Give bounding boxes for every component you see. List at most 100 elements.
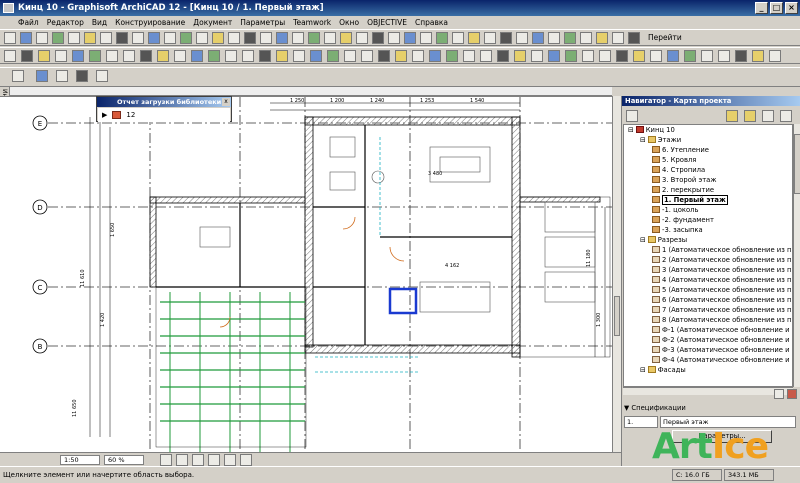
toolbar-button-icon[interactable] bbox=[244, 32, 256, 44]
menu-window[interactable]: Окно bbox=[335, 18, 363, 27]
toolbar-button-icon[interactable] bbox=[196, 32, 208, 44]
menu-document[interactable]: Документ bbox=[189, 18, 236, 27]
toolbar-button-icon[interactable] bbox=[76, 70, 88, 82]
toolbar-button-icon[interactable] bbox=[148, 32, 160, 44]
toolbar-button-icon[interactable] bbox=[21, 50, 33, 62]
tree-item[interactable]: 2 (Автоматическое обновление из п bbox=[624, 255, 792, 265]
zoom-out-icon[interactable] bbox=[176, 454, 188, 466]
goto-label[interactable]: Перейти bbox=[648, 33, 682, 42]
toolbar-button-icon[interactable] bbox=[308, 32, 320, 44]
toolbar-button-icon[interactable] bbox=[420, 32, 432, 44]
toolbar-button-icon[interactable] bbox=[599, 50, 611, 62]
toolbar-button-icon[interactable] bbox=[20, 32, 32, 44]
toolbar-button-icon[interactable] bbox=[650, 50, 662, 62]
toolbar-button-icon[interactable] bbox=[327, 50, 339, 62]
toolbar-button-icon[interactable] bbox=[548, 50, 560, 62]
tree-item[interactable]: 3 (Автоматическое обновление из п bbox=[624, 265, 792, 275]
toolbar-button-icon[interactable] bbox=[72, 50, 84, 62]
tree-item[interactable]: ⊟ Фасады bbox=[624, 365, 792, 375]
tree-item[interactable]: 3. Второй этаж bbox=[624, 175, 792, 185]
close-button[interactable]: × bbox=[785, 2, 798, 14]
toolbar-button-icon[interactable] bbox=[582, 50, 594, 62]
expand-icon[interactable]: ⊟ bbox=[640, 366, 646, 374]
canvas-scroll-thumb[interactable] bbox=[614, 296, 620, 336]
tree-item[interactable]: 4 (Автоматическое обновление из п bbox=[624, 275, 792, 285]
minimize-button[interactable]: _ bbox=[755, 2, 768, 14]
toolbar-button-icon[interactable] bbox=[463, 50, 475, 62]
toolbar-button-icon[interactable] bbox=[191, 50, 203, 62]
tree-item[interactable]: ⊟ Этажи bbox=[624, 135, 792, 145]
new-folder-icon[interactable] bbox=[774, 389, 784, 399]
toolbar-button-icon[interactable] bbox=[718, 50, 730, 62]
toolbar-button-icon[interactable] bbox=[212, 32, 224, 44]
toolbar-button-icon[interactable] bbox=[84, 32, 96, 44]
toolbar-button-icon[interactable] bbox=[259, 50, 271, 62]
tree-item[interactable]: Ф-1 (Автоматическое обновление и bbox=[624, 325, 792, 335]
toolbar-button-icon[interactable] bbox=[164, 32, 176, 44]
next-zoom-icon[interactable] bbox=[240, 454, 252, 466]
toolbar-button-icon[interactable] bbox=[12, 70, 24, 82]
tree-item[interactable]: 1. Первый этаж bbox=[624, 195, 792, 205]
toolbar-button-icon[interactable] bbox=[628, 32, 640, 44]
toolbar-button-icon[interactable] bbox=[293, 50, 305, 62]
menu-teamwork[interactable]: Teamwork bbox=[289, 18, 335, 27]
toolbar-button-icon[interactable] bbox=[616, 50, 628, 62]
tree-item[interactable]: 5. Кровля bbox=[624, 155, 792, 165]
toolbar-button-icon[interactable] bbox=[412, 50, 424, 62]
toolbar-button-icon[interactable] bbox=[596, 32, 608, 44]
toolbar-button-icon[interactable] bbox=[684, 50, 696, 62]
tree-item[interactable]: 8 (Автоматическое обновление из п bbox=[624, 315, 792, 325]
toolbar-button-icon[interactable] bbox=[116, 32, 128, 44]
tree-item[interactable]: 7 (Автоматическое обновление из п bbox=[624, 305, 792, 315]
tree-item[interactable]: Ф-3 (Автоматическое обновление и bbox=[624, 345, 792, 355]
tree-scroll-thumb[interactable] bbox=[794, 134, 800, 194]
toolbar-button-icon[interactable] bbox=[292, 32, 304, 44]
toolbar-button-icon[interactable] bbox=[260, 32, 272, 44]
toolbar-button-icon[interactable] bbox=[531, 50, 543, 62]
toolbar-button-icon[interactable] bbox=[242, 50, 254, 62]
toolbar-button-icon[interactable] bbox=[228, 32, 240, 44]
library-report-close-button[interactable]: x bbox=[222, 98, 230, 106]
tree-item[interactable]: ⊟ Кинц 10 bbox=[624, 125, 792, 135]
toolbar-button-icon[interactable] bbox=[106, 50, 118, 62]
tree-item[interactable]: 4. Стропила bbox=[624, 165, 792, 175]
menu-file[interactable]: Файл bbox=[14, 18, 43, 27]
toolbar-button-icon[interactable] bbox=[340, 32, 352, 44]
layout-book-icon[interactable] bbox=[744, 110, 756, 122]
toolbar-button-icon[interactable] bbox=[633, 50, 645, 62]
toolbar-button-icon[interactable] bbox=[180, 32, 192, 44]
toolbar-button-icon[interactable] bbox=[701, 50, 713, 62]
library-report-row[interactable]: ▶ 12 bbox=[98, 108, 230, 122]
expand-icon[interactable]: ⊟ bbox=[640, 236, 646, 244]
tree-item[interactable]: 6. Утепление bbox=[624, 145, 792, 155]
toolbar-button-icon[interactable] bbox=[276, 32, 288, 44]
menu-options[interactable]: Параметры bbox=[236, 18, 289, 27]
toolbar-button-icon[interactable] bbox=[388, 32, 400, 44]
tree-item[interactable]: Ф-4 (Автоматическое обновление и bbox=[624, 355, 792, 365]
menu-design[interactable]: Конструирование bbox=[111, 18, 189, 27]
toolbar-button-icon[interactable] bbox=[564, 32, 576, 44]
toolbar-button-icon[interactable] bbox=[38, 50, 50, 62]
toolbar-button-icon[interactable] bbox=[36, 32, 48, 44]
toolbar-button-icon[interactable] bbox=[500, 32, 512, 44]
tree-item[interactable]: -1. цоколь bbox=[624, 205, 792, 215]
zoom-field[interactable]: 60 % bbox=[104, 455, 144, 465]
toolbar-button-icon[interactable] bbox=[514, 50, 526, 62]
toolbar-button-icon[interactable] bbox=[55, 50, 67, 62]
toolbar-button-icon[interactable] bbox=[52, 32, 64, 44]
previous-zoom-icon[interactable] bbox=[224, 454, 236, 466]
toolbar-button-icon[interactable] bbox=[100, 32, 112, 44]
toolbar-button-icon[interactable] bbox=[452, 32, 464, 44]
toolbar-button-icon[interactable] bbox=[68, 32, 80, 44]
organizer-icon[interactable] bbox=[780, 110, 792, 122]
toolbar-button-icon[interactable] bbox=[4, 32, 16, 44]
menu-edit[interactable]: Редактор bbox=[43, 18, 88, 27]
toolbar-button-icon[interactable] bbox=[378, 50, 390, 62]
pan-icon[interactable] bbox=[192, 454, 204, 466]
tree-scrollbar[interactable] bbox=[793, 124, 800, 387]
toolbar-button-icon[interactable] bbox=[324, 32, 336, 44]
menu-help[interactable]: Справка bbox=[411, 18, 452, 27]
view-map-icon[interactable] bbox=[726, 110, 738, 122]
toolbar-button-icon[interactable] bbox=[140, 50, 152, 62]
tree-item[interactable]: -2. фундамент bbox=[624, 215, 792, 225]
